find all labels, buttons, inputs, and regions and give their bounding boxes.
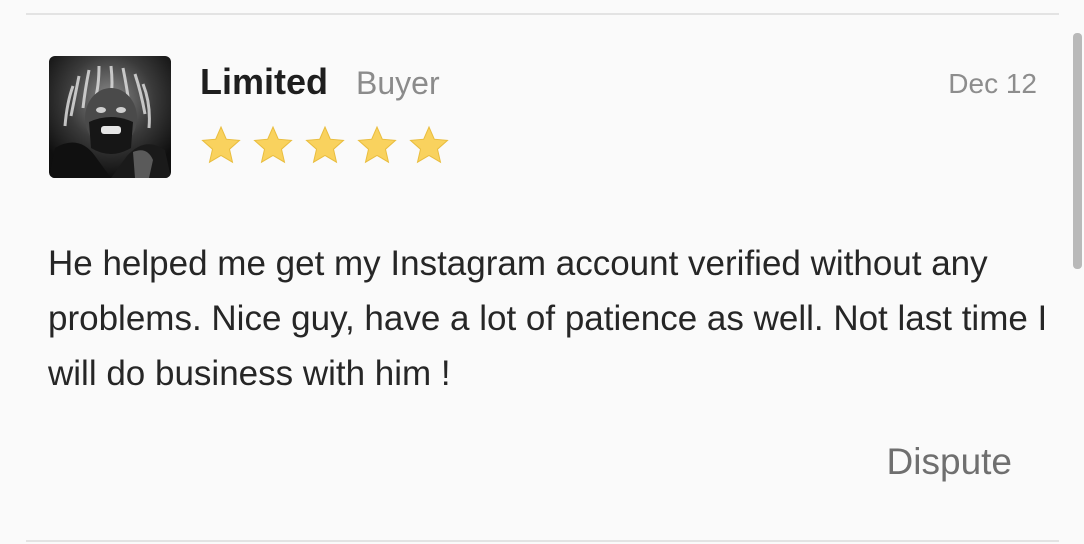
star-icon [200, 124, 242, 166]
user-avatar-photo-icon [49, 56, 171, 178]
star-icon [252, 124, 294, 166]
review-date: Dec 12 [948, 68, 1037, 99]
bottom-divider [26, 540, 1059, 542]
reviewer-role: Buyer [356, 65, 440, 101]
star-icon [408, 124, 450, 166]
reviewer-avatar[interactable] [49, 56, 171, 178]
star-icon [304, 124, 346, 166]
scrollbar[interactable] [1073, 33, 1082, 269]
top-divider [26, 13, 1059, 15]
dispute-button[interactable]: Dispute [887, 438, 1012, 486]
star-icon [356, 124, 398, 166]
review-text: He helped me get my Instagram account ve… [48, 244, 1048, 393]
reviewer-name[interactable]: Limited [200, 60, 328, 104]
